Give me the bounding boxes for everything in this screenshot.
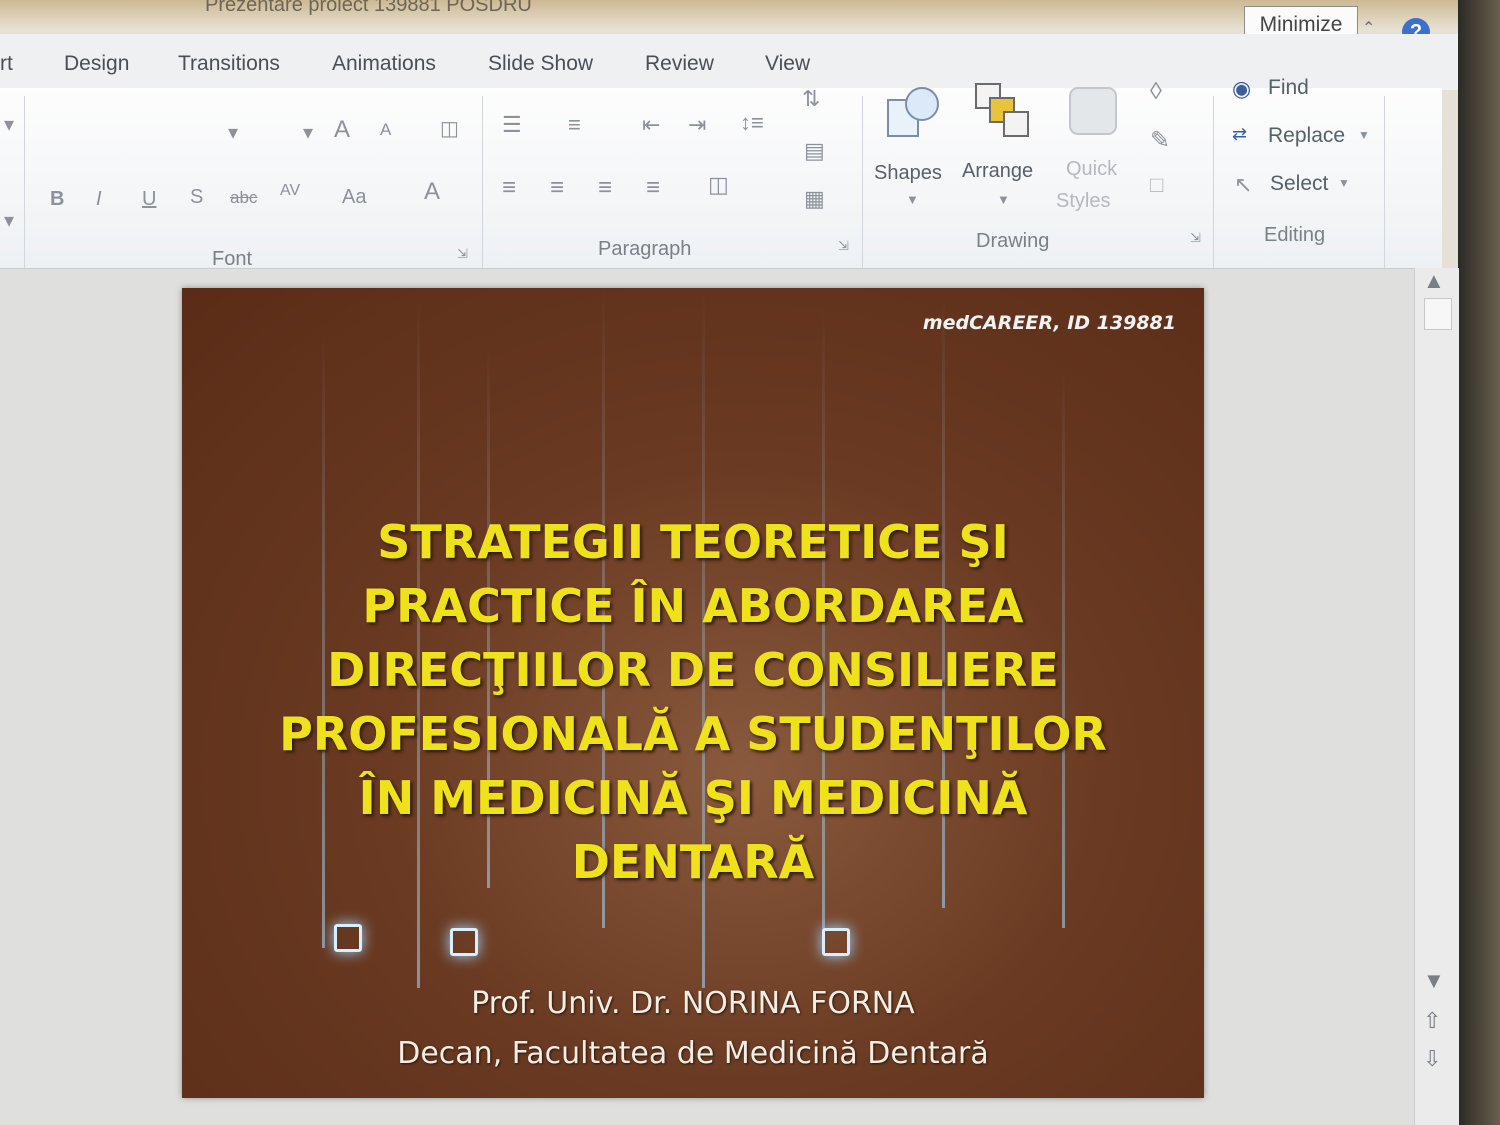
binoculars-icon: ◉ — [1232, 76, 1252, 101]
arrange-button[interactable]: Arrange — [962, 160, 1033, 183]
tab-insert[interactable]: rt — [0, 52, 13, 76]
align-right-icon[interactable]: ≡ — [598, 174, 612, 202]
font-group-label: Font — [212, 248, 253, 270]
title-line: PROFESIONALĂ A STUDENŢILOR — [279, 707, 1107, 761]
find-button[interactable]: Find — [1268, 76, 1309, 100]
project-tag: medCAREER, ID 139881 — [922, 312, 1176, 334]
font-name-dropdown-icon[interactable]: ▾ — [228, 120, 238, 145]
numbering-icon[interactable]: ≡ — [568, 112, 581, 138]
separator — [24, 96, 25, 272]
title-line: PRACTICE ÎN ABORDAREA — [362, 579, 1024, 633]
shrink-font-button[interactable]: A — [380, 120, 391, 140]
character-spacing-button[interactable]: AV — [280, 182, 300, 200]
smartart-icon[interactable]: ▦ — [804, 186, 825, 212]
strikethrough-button[interactable]: abc — [230, 188, 257, 208]
separator — [862, 96, 863, 272]
shape-outline-icon[interactable]: ✎ — [1150, 126, 1170, 155]
cursor-arrow-icon: ↖ — [1234, 172, 1253, 197]
circuit-node — [334, 924, 362, 952]
justify-icon[interactable]: ≡ — [646, 174, 660, 202]
change-case-button[interactable]: Aa — [342, 186, 366, 209]
align-center-icon[interactable]: ≡ — [550, 174, 564, 202]
underline-button[interactable]: U — [142, 188, 156, 211]
tab-animations[interactable]: Animations — [332, 52, 436, 76]
document-title: Prezentare proiect 139881 POSDRU — [205, 0, 532, 16]
shape-effects-icon[interactable]: □ — [1150, 172, 1163, 198]
chevron-down-icon[interactable]: ▼ — [906, 192, 919, 207]
title-line: DENTARĂ — [571, 835, 815, 889]
author-role: Decan, Facultatea de Medicină Dentară — [397, 1036, 989, 1071]
quick-styles-label: Styles — [1056, 190, 1111, 212]
replace-icon: ⇄ — [1232, 124, 1248, 144]
quick-styles-icon — [1069, 87, 1117, 135]
title-line: DIRECŢIILOR DE CONSILIERE — [327, 643, 1059, 697]
circuit-node — [450, 928, 478, 956]
next-slide-icon[interactable]: ⇩ — [1423, 1046, 1441, 1072]
screen-edge — [1458, 0, 1500, 1125]
scroll-up-arrow-icon[interactable]: ▲ — [1423, 268, 1445, 294]
dialog-launcher-icon[interactable]: ⇲ — [457, 246, 468, 262]
replace-button[interactable]: Replace — [1268, 124, 1345, 148]
text-shadow-button[interactable]: S — [190, 186, 203, 209]
scroll-down-arrow-icon[interactable]: ▼ — [1423, 968, 1445, 994]
title-line: ÎN MEDICINĂ ŞI MEDICINĂ — [358, 771, 1028, 825]
chevron-down-icon[interactable]: ▾ — [4, 208, 14, 233]
slide-title: STRATEGII TEORETICE ŞI PRACTICE ÎN ABORD… — [202, 510, 1184, 894]
tab-review[interactable]: Review — [645, 52, 714, 76]
bullets-icon[interactable]: ☰ — [502, 112, 522, 138]
line-spacing-icon[interactable]: ↕≡ — [740, 110, 764, 136]
dialog-launcher-icon[interactable]: ⇲ — [1190, 230, 1201, 246]
circuit-node — [822, 928, 850, 956]
separator — [1213, 96, 1214, 272]
arrange-icon — [975, 83, 1029, 137]
separator — [1384, 96, 1385, 272]
decrease-indent-icon[interactable]: ⇤ — [642, 112, 660, 138]
columns-icon[interactable]: ◫ — [708, 172, 729, 198]
tab-transitions[interactable]: Transitions — [178, 52, 280, 76]
separator — [482, 96, 483, 272]
previous-slide-icon[interactable]: ⇧ — [1423, 1008, 1441, 1034]
align-left-icon[interactable]: ≡ — [502, 174, 516, 202]
dialog-launcher-icon[interactable]: ⇲ — [838, 238, 849, 254]
slide-canvas[interactable]: medCAREER, ID 139881 STRATEGII TEORETICE… — [182, 288, 1204, 1098]
align-text-icon[interactable]: ▤ — [804, 138, 825, 164]
quick-styles-button[interactable]: Quick — [1066, 158, 1117, 181]
tab-view[interactable]: View — [765, 52, 810, 76]
chevron-down-icon[interactable]: ▾ — [4, 112, 14, 137]
chevron-down-icon[interactable]: ▼ — [997, 192, 1010, 207]
text-direction-icon[interactable]: ⇅ — [802, 86, 820, 112]
grow-font-button[interactable]: A — [334, 116, 350, 144]
italic-button[interactable]: I — [96, 188, 102, 211]
shapes-button[interactable]: Shapes — [874, 162, 942, 185]
clear-formatting-icon[interactable]: ◫ — [440, 116, 459, 141]
title-line: STRATEGII TEORETICE ŞI — [377, 515, 1009, 569]
bold-button[interactable]: B — [50, 188, 64, 211]
chevron-down-icon[interactable]: ▼ — [1338, 176, 1350, 190]
vertical-scrollbar[interactable]: ▲ ▼ ⇧ ⇩ — [1414, 268, 1459, 1125]
shapes-icon — [887, 87, 939, 137]
paragraph-group-label: Paragraph — [598, 238, 692, 260]
font-size-dropdown-icon[interactable]: ▾ — [303, 120, 313, 145]
editing-group-label: Editing — [1264, 224, 1326, 246]
drawing-group-label: Drawing — [976, 230, 1050, 252]
chevron-down-icon[interactable]: ▼ — [1358, 128, 1370, 142]
scrollbar-thumb[interactable] — [1424, 298, 1452, 330]
tab-slide-show[interactable]: Slide Show — [488, 52, 593, 76]
increase-indent-icon[interactable]: ⇥ — [688, 112, 706, 138]
tab-design[interactable]: Design — [64, 52, 129, 76]
author-name: Prof. Univ. Dr. NORINA FORNA — [471, 986, 915, 1021]
select-button[interactable]: Select — [1270, 172, 1328, 196]
shape-fill-icon[interactable]: ◊ — [1150, 78, 1162, 106]
font-color-button[interactable]: A — [424, 178, 440, 206]
